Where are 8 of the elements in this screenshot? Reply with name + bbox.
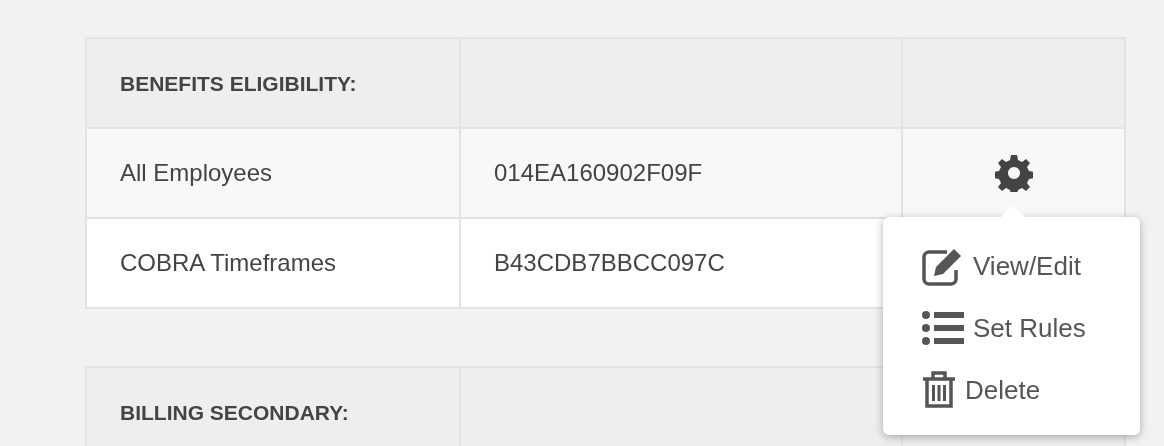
code-cell: 014EA160902F09F <box>460 128 902 218</box>
section-title: BILLING SECONDARY: <box>120 401 349 424</box>
menu-item[interactable]: View/Edit <box>921 235 1140 297</box>
name-cell: All Employees <box>86 128 460 218</box>
name-cell: COBRA Timeframes <box>86 218 460 308</box>
section-title: BENEFITS ELIGIBILITY: <box>120 72 357 95</box>
menu-item[interactable]: Delete <box>921 359 1140 421</box>
menu-item[interactable]: Set Rules <box>921 297 1140 359</box>
